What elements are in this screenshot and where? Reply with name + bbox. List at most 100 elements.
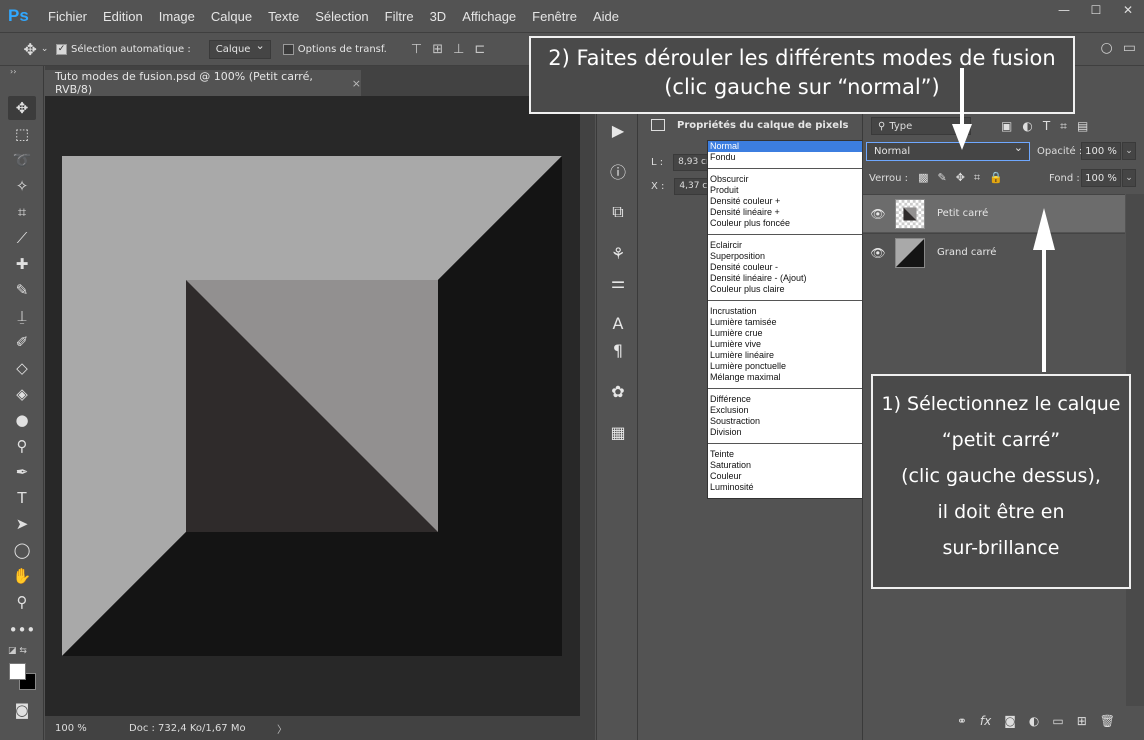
type-tool-icon[interactable]: T bbox=[8, 486, 36, 510]
pen-tool-icon[interactable]: ✒ bbox=[8, 460, 36, 484]
filter-type-icon[interactable]: T bbox=[1043, 119, 1050, 134]
filter-shape-icon[interactable]: ⌗ bbox=[1060, 119, 1067, 134]
blend-mode-option[interactable]: Densité couleur + bbox=[708, 196, 862, 207]
zoom-tool-icon[interactable]: ⚲ bbox=[8, 590, 36, 614]
menu-3d[interactable]: 3D bbox=[422, 9, 455, 24]
trash-icon[interactable]: 🗑 bbox=[1100, 714, 1115, 728]
menu-fenetre[interactable]: Fenêtre bbox=[524, 9, 585, 24]
canvas[interactable] bbox=[62, 156, 562, 656]
blur-tool-icon[interactable]: ● bbox=[8, 408, 36, 432]
move-tool-preset-icon[interactable]: ✥ ⌄ bbox=[16, 40, 56, 59]
lock-position-icon[interactable]: ✥ bbox=[956, 171, 965, 185]
workspace-icon[interactable]: ▭ bbox=[1123, 40, 1136, 56]
dodge-tool-icon[interactable]: ⚲ bbox=[8, 434, 36, 458]
layer-row-grand-carre[interactable]: 👁 Grand carré bbox=[863, 233, 1125, 271]
play-icon[interactable]: ▶ bbox=[606, 118, 630, 142]
adjustments-icon[interactable]: ⚌ bbox=[606, 270, 630, 294]
info-icon[interactable]: ⓘ bbox=[606, 159, 630, 183]
paragraph-icon[interactable]: ¶ bbox=[606, 338, 630, 362]
swatches-palette-icon[interactable]: ✿ bbox=[606, 379, 630, 403]
filter-pixel-icon[interactable]: ▣ bbox=[1001, 119, 1012, 134]
align-middle-icon[interactable]: ⊞ bbox=[432, 42, 443, 57]
blend-mode-option[interactable]: Eclaircir bbox=[708, 240, 862, 251]
marquee-tool-icon[interactable]: ⬚ bbox=[8, 122, 36, 146]
eyedropper-tool-icon[interactable]: ⟋ bbox=[8, 226, 36, 250]
blend-mode-option[interactable]: Densité linéaire - (Ajout) bbox=[708, 273, 862, 284]
auto-select-dropdown[interactable]: Calque bbox=[208, 39, 271, 59]
menu-selection[interactable]: Sélection bbox=[307, 9, 376, 24]
paint-bucket-tool-icon[interactable]: ◈ bbox=[8, 382, 36, 406]
blend-mode-option[interactable]: Lumière crue bbox=[708, 328, 862, 339]
blend-mode-option[interactable]: Division bbox=[708, 427, 862, 438]
brush-tool-icon[interactable]: ✎ bbox=[8, 278, 36, 302]
align-bottom-icon[interactable]: ⊥ bbox=[453, 42, 464, 57]
lock-all-icon[interactable]: 🔒 bbox=[989, 171, 1003, 185]
document-tab[interactable]: Tuto modes de fusion.psd @ 100% (Petit c… bbox=[45, 70, 361, 96]
blend-mode-option[interactable]: Normal bbox=[708, 141, 862, 152]
blend-mode-option[interactable]: Lumière tamisée bbox=[708, 317, 862, 328]
layer-row-petit-carre[interactable]: 👁 Petit carré bbox=[863, 194, 1125, 232]
minimize-button[interactable]: — bbox=[1048, 0, 1080, 20]
blend-mode-option[interactable]: Superposition bbox=[708, 251, 862, 262]
blend-mode-option[interactable]: Mélange maximal bbox=[708, 372, 862, 383]
grid-icon[interactable]: ▦ bbox=[606, 420, 630, 444]
blend-mode-option[interactable]: Lumière ponctuelle bbox=[708, 361, 862, 372]
maximize-button[interactable]: ☐ bbox=[1080, 0, 1112, 20]
blend-mode-option[interactable]: Produit bbox=[708, 185, 862, 196]
blend-mode-option[interactable]: Fondu bbox=[708, 152, 862, 163]
blend-mode-option[interactable]: Couleur plus claire bbox=[708, 284, 862, 295]
blend-mode-option[interactable]: Densité couleur - bbox=[708, 262, 862, 273]
foreground-color-swatch[interactable] bbox=[9, 663, 26, 680]
blend-mode-option[interactable]: Densité linéaire + bbox=[708, 207, 862, 218]
tab-close-icon[interactable]: × bbox=[352, 77, 361, 90]
adjustment-layer-icon[interactable]: ◐ bbox=[1029, 714, 1039, 728]
collapse-icon[interactable]: ›› bbox=[0, 66, 43, 78]
blend-mode-option[interactable]: Lumière vive bbox=[708, 339, 862, 350]
menu-affichage[interactable]: Affichage bbox=[454, 9, 524, 24]
search-icon[interactable]: ○ bbox=[1101, 40, 1113, 56]
align-top-icon[interactable]: ⊤ bbox=[411, 42, 422, 57]
move-tool-icon[interactable]: ✥ bbox=[8, 96, 36, 120]
lock-artboard-icon[interactable]: ⌗ bbox=[974, 171, 980, 185]
history-brush-tool-icon[interactable]: ✐ bbox=[8, 330, 36, 354]
menu-aide[interactable]: Aide bbox=[585, 9, 627, 24]
menu-calque[interactable]: Calque bbox=[203, 9, 260, 24]
menu-texte[interactable]: Texte bbox=[260, 9, 307, 24]
crop-tool-icon[interactable]: ⌗ bbox=[8, 200, 36, 224]
close-button[interactable]: ✕ bbox=[1112, 0, 1144, 20]
blend-mode-option[interactable]: Couleur bbox=[708, 471, 862, 482]
blend-mode-option[interactable]: Luminosité bbox=[708, 482, 862, 493]
fill-arrow-icon[interactable]: ⌄ bbox=[1122, 169, 1136, 187]
clone-source-icon[interactable]: ⧉ bbox=[606, 200, 630, 224]
lasso-tool-icon[interactable]: ➰ bbox=[8, 148, 36, 172]
lock-pixels-icon[interactable]: ✎ bbox=[937, 171, 946, 185]
opacity-field[interactable]: 100 % bbox=[1081, 142, 1121, 160]
zoom-field[interactable]: 100 % bbox=[45, 723, 105, 734]
transform-checkbox[interactable] bbox=[282, 43, 294, 55]
hand-tool-icon[interactable]: ✋ bbox=[8, 564, 36, 588]
filter-adjustment-icon[interactable]: ◐ bbox=[1022, 119, 1032, 134]
auto-select-checkbox[interactable]: ✓ bbox=[56, 43, 67, 55]
menu-filtre[interactable]: Filtre bbox=[377, 9, 422, 24]
magic-wand-tool-icon[interactable]: ✧ bbox=[8, 174, 36, 198]
path-selection-tool-icon[interactable]: ➤ bbox=[8, 512, 36, 536]
blend-mode-option[interactable]: Obscurcir bbox=[708, 174, 862, 185]
eraser-tool-icon[interactable]: ◇ bbox=[8, 356, 36, 380]
blend-mode-option[interactable]: Lumière linéaire bbox=[708, 350, 862, 361]
visibility-eye-icon[interactable]: 👁 bbox=[863, 207, 893, 221]
blend-mode-option[interactable]: Incrustation bbox=[708, 306, 862, 317]
align-left-icon[interactable]: ⊏ bbox=[474, 42, 485, 57]
blend-mode-option[interactable]: Saturation bbox=[708, 460, 862, 471]
blend-mode-option[interactable]: Soustraction bbox=[708, 416, 862, 427]
quick-mask-icon[interactable]: ◙ bbox=[8, 698, 36, 722]
opacity-arrow-icon[interactable]: ⌄ bbox=[1122, 142, 1136, 160]
default-colors-icon[interactable]: ◪ ⇆ bbox=[8, 646, 27, 656]
add-mask-icon[interactable]: ◙ bbox=[1004, 714, 1016, 728]
stamp-tool-icon[interactable]: ⍊ bbox=[8, 304, 36, 328]
visibility-eye-icon[interactable]: 👁 bbox=[863, 246, 893, 260]
blend-mode-option[interactable]: Différence bbox=[708, 394, 862, 405]
shape-tool-icon[interactable]: ◯ bbox=[8, 538, 36, 562]
group-folder-icon[interactable]: ▭ bbox=[1052, 714, 1063, 728]
brushes-icon[interactable]: ⚘ bbox=[606, 241, 630, 265]
menu-image[interactable]: Image bbox=[151, 9, 203, 24]
